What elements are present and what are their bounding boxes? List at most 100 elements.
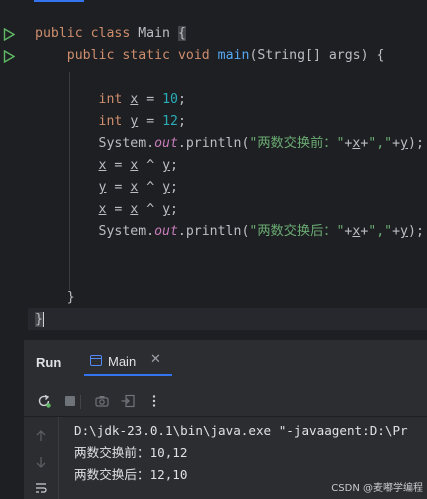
code-line[interactable]: public static void main(String[] args) { <box>35 45 424 67</box>
code-line[interactable]: System.out.println("两数交换前："+x+","+y); <box>35 133 424 155</box>
code-token: void <box>177 48 210 63</box>
code-token: y <box>400 136 408 151</box>
code-token: 10 <box>162 92 178 107</box>
run-panel-header: Run Main ✕ <box>24 340 427 384</box>
code-token: int <box>98 92 123 107</box>
code-token: class <box>90 26 131 41</box>
code-token: Main <box>130 26 178 41</box>
code-line[interactable]: System.out.println("两数交换后："+x+","+y); <box>35 221 424 243</box>
code-token: ; <box>170 202 178 217</box>
code-token: ); <box>408 224 424 239</box>
code-token: y <box>162 202 171 217</box>
more-options-icon[interactable] <box>146 393 162 409</box>
close-tab-icon[interactable]: ✕ <box>150 352 161 367</box>
toolbar-separator <box>80 395 81 409</box>
code-token: = <box>106 180 131 195</box>
run-class-icon[interactable] <box>3 28 15 41</box>
rerun-icon[interactable] <box>36 393 52 409</box>
code-line[interactable] <box>35 265 424 287</box>
code-token: = <box>106 158 131 173</box>
code-token: System. <box>35 224 155 239</box>
code-line[interactable]: } <box>35 287 424 309</box>
code-token: int <box>98 114 123 129</box>
arrow-down-icon[interactable] <box>34 455 48 469</box>
text-caret <box>42 311 44 327</box>
arrow-up-icon[interactable] <box>34 429 48 443</box>
code-token: .println( <box>177 224 250 239</box>
code-line[interactable]: } <box>35 309 424 331</box>
code-token: "两数交换前：" <box>249 136 345 151</box>
code-editor[interactable]: public class Main { public static void m… <box>0 0 427 332</box>
code-line[interactable] <box>35 67 424 89</box>
code-token: 12 <box>162 114 178 129</box>
run-main-method-icon[interactable] <box>3 50 15 63</box>
code-token: ^ <box>138 158 163 173</box>
code-token: public <box>35 26 83 41</box>
code-token: } <box>35 312 43 327</box>
code-token: static <box>122 48 170 63</box>
code-token: y <box>400 224 408 239</box>
code-token: = <box>106 202 131 217</box>
code-token: } <box>35 290 75 305</box>
camera-icon[interactable] <box>94 393 110 409</box>
code-line[interactable]: int y = 12; <box>35 111 424 133</box>
code-line[interactable] <box>35 243 424 265</box>
code-token: ; <box>177 114 186 129</box>
watermark: CSDN @麦嘟学编程 <box>331 483 423 494</box>
code-token: y <box>162 180 171 195</box>
code-line[interactable]: x = x ^ y; <box>35 199 424 221</box>
code-token: "," <box>368 224 393 239</box>
exit-icon[interactable] <box>120 393 136 409</box>
code-token: "两数交换后：" <box>249 224 345 239</box>
code-token: main <box>217 48 250 63</box>
code-token: + <box>392 224 401 239</box>
run-toolbar <box>24 386 427 417</box>
editor-gutter <box>0 0 28 332</box>
console-output[interactable]: D:\jdk-23.0.1\bin\java.exe "-javaagent:D… <box>74 420 408 486</box>
code-area[interactable]: public class Main { public static void m… <box>35 23 424 331</box>
code-token: public <box>66 48 115 63</box>
console-line: 两数交换前：10,12 <box>74 445 188 460</box>
run-tool-window: Run Main ✕ D:\jdk-23.0.1\bin\java.exe "-… <box>24 339 427 499</box>
code-token: ; <box>170 158 178 173</box>
application-window-icon <box>90 355 102 366</box>
code-token: = <box>138 114 163 129</box>
code-token: { <box>177 26 186 41</box>
code-token: out <box>154 136 178 151</box>
tab-main[interactable]: Main ✕ <box>84 348 194 376</box>
code-token: = <box>138 92 163 107</box>
code-line[interactable]: x = x ^ y; <box>35 155 424 177</box>
code-token: y <box>162 158 171 173</box>
code-token: ^ <box>138 180 163 195</box>
code-token: "," <box>368 136 393 151</box>
code-token: .println( <box>177 136 250 151</box>
code-token: ; <box>177 92 186 107</box>
run-panel-title: Run <box>36 355 62 370</box>
code-line[interactable]: int x = 10; <box>35 89 424 111</box>
code-token: ; <box>170 180 178 195</box>
code-line[interactable]: y = x ^ y; <box>35 177 424 199</box>
soft-wrap-icon[interactable] <box>34 481 48 495</box>
code-line[interactable]: public class Main { <box>35 23 424 45</box>
editor-tab-indicator <box>34 0 84 2</box>
code-token: System. <box>35 136 155 151</box>
stop-icon[interactable] <box>62 393 78 409</box>
console-side-toolbar <box>24 417 59 499</box>
code-token: + <box>392 136 401 151</box>
active-tab-underline <box>84 374 172 376</box>
code-token: ^ <box>138 202 163 217</box>
code-token: out <box>154 224 178 239</box>
code-token: (String[] args) { <box>249 48 385 63</box>
tab-main-label: Main <box>108 354 137 369</box>
console-line: D:\jdk-23.0.1\bin\java.exe "-javaagent:D… <box>74 423 408 438</box>
code-token: ); <box>408 136 424 151</box>
